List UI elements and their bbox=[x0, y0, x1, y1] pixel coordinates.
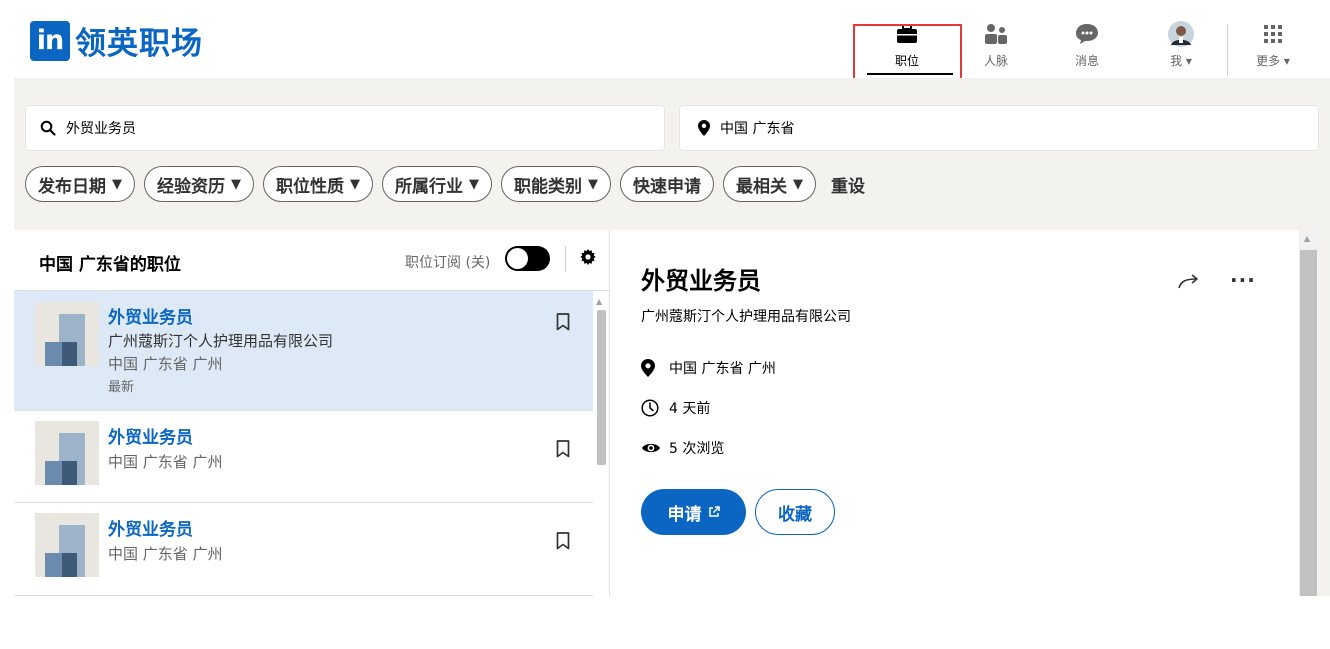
job-alert-label: 职位订阅 (关) bbox=[405, 255, 491, 271]
bookmark-icon[interactable] bbox=[556, 532, 570, 554]
bookmark-icon[interactable] bbox=[556, 313, 570, 335]
caret-down-icon: ▼ bbox=[588, 176, 598, 192]
filter-label: 职能类别 bbox=[514, 176, 582, 197]
scroll-up-arrow-icon[interactable]: ▲ bbox=[1304, 234, 1310, 243]
caret-down-icon: ▼ bbox=[793, 176, 803, 192]
filter-industry[interactable]: 所属行业 ▼ bbox=[382, 166, 492, 202]
caret-down-icon: ▼ bbox=[469, 176, 479, 192]
filter-experience[interactable]: 经验资历 ▼ bbox=[144, 166, 254, 202]
apply-label: 申请 bbox=[667, 504, 702, 525]
job-alert-toggle[interactable] bbox=[505, 246, 550, 271]
people-icon bbox=[956, 20, 1036, 48]
job-location: 中国 广东省 广州 bbox=[108, 453, 223, 471]
save-job-button[interactable]: 收藏 bbox=[755, 489, 835, 535]
filter-job-type[interactable]: 职位性质 ▼ bbox=[263, 166, 373, 202]
job-title[interactable]: 外贸业务员 bbox=[108, 515, 193, 540]
filter-label: 职位性质 bbox=[276, 176, 344, 197]
company-logo bbox=[35, 421, 99, 485]
location-search-field[interactable]: 中国 广东省 bbox=[679, 105, 1319, 151]
brand-name: 领英职场 bbox=[75, 26, 203, 62]
eye-icon bbox=[641, 441, 663, 455]
linkedin-logo-mark: in bbox=[30, 20, 70, 61]
company-logo bbox=[35, 513, 99, 577]
caret-down-icon: ▼ bbox=[231, 176, 241, 192]
filter-label: 发布日期 bbox=[38, 176, 106, 197]
apply-button[interactable]: 申请 bbox=[641, 489, 746, 535]
filter-easy-apply[interactable]: 快速申请 bbox=[620, 166, 714, 202]
detail-location-row: 中国 广东省 广州 bbox=[641, 358, 776, 378]
job-location: 中国 广东省 广州 bbox=[108, 355, 223, 373]
job-list-panel: 中国 广东省的职位 职位订阅 (关) 外贸业务员 广州蔻斯汀个人护理用品有限公司… bbox=[14, 230, 609, 596]
divider bbox=[565, 246, 566, 272]
company-logo bbox=[35, 302, 99, 366]
job-card[interactable]: 外贸业务员 广州蔻斯汀个人护理用品有限公司 中国 广东省 广州 最新 bbox=[14, 291, 593, 411]
job-list-title: 中国 广东省的职位 bbox=[39, 255, 181, 275]
caret-down-icon: ▼ bbox=[350, 176, 360, 192]
detail-company[interactable]: 广州蔻斯汀个人护理用品有限公司 bbox=[641, 306, 851, 326]
detail-views-row: 5 次浏览 bbox=[641, 438, 724, 458]
top-nav-bar: in 领英职场 职位 人脉 消息 我 ▾ 更多 ▾ bbox=[0, 0, 1330, 88]
filter-bar: 发布日期 ▼ 经验资历 ▼ 职位性质 ▼ 所属行业 ▼ 职能类别 ▼ 快速申请 最相关 ▼ … bbox=[25, 166, 865, 202]
external-link-icon bbox=[708, 506, 720, 518]
detail-location: 中国 广东省 广州 bbox=[669, 361, 776, 377]
list-scrollbar-thumb[interactable] bbox=[597, 310, 606, 465]
bookmark-icon[interactable] bbox=[556, 440, 570, 462]
detail-scrollbar-thumb[interactable] bbox=[1300, 250, 1317, 596]
share-icon[interactable] bbox=[1178, 273, 1200, 293]
detail-job-title: 外贸业务员 bbox=[641, 267, 761, 295]
job-location: 中国 广东省 广州 bbox=[108, 545, 223, 563]
job-detail-panel: 外贸业务员 广州蔻斯汀个人护理用品有限公司 ··· 中国 广东省 广州 4 天前… bbox=[609, 230, 1318, 596]
reset-filters-button[interactable]: 重设 bbox=[831, 172, 865, 197]
keyword-value: 外贸业务员 bbox=[66, 121, 136, 137]
filter-label: 快速申请 bbox=[633, 176, 701, 197]
detail-views: 5 次浏览 bbox=[669, 441, 725, 457]
filter-job-function[interactable]: 职能类别 ▼ bbox=[501, 166, 611, 202]
nav-more[interactable]: 更多 ▾ bbox=[1233, 20, 1313, 69]
location-pin-icon bbox=[641, 359, 663, 377]
job-new-badge: 最新 bbox=[108, 380, 135, 395]
job-title[interactable]: 外贸业务员 bbox=[108, 303, 193, 328]
nav-messages[interactable]: 消息 bbox=[1047, 20, 1127, 69]
filter-sort-relevance[interactable]: 最相关 ▼ bbox=[723, 166, 816, 202]
nav-more-label: 更多 ▾ bbox=[1256, 54, 1290, 68]
toggle-knob bbox=[507, 248, 528, 269]
scroll-up-arrow-icon[interactable]: ▲ bbox=[596, 297, 602, 306]
detail-posted-row: 4 天前 bbox=[641, 398, 710, 418]
detail-posted: 4 天前 bbox=[669, 401, 711, 417]
filter-date-posted[interactable]: 发布日期 ▼ bbox=[25, 166, 135, 202]
job-title[interactable]: 外贸业务员 bbox=[108, 423, 193, 448]
filter-label: 最相关 bbox=[736, 176, 787, 197]
job-list-header: 中国 广东省的职位 职位订阅 (关) bbox=[14, 230, 609, 291]
filter-label: 所属行业 bbox=[395, 176, 463, 197]
job-card[interactable]: 外贸业务员 中国 广东省 广州 bbox=[14, 503, 593, 596]
nav-divider bbox=[1227, 24, 1228, 76]
caret-down-icon: ▼ bbox=[112, 176, 122, 192]
nav-me[interactable]: 我 ▾ bbox=[1141, 20, 1221, 69]
location-value: 中国 广东省 bbox=[720, 121, 795, 137]
message-icon bbox=[1047, 20, 1127, 48]
more-options-icon[interactable]: ··· bbox=[1230, 268, 1256, 292]
clock-icon bbox=[641, 399, 663, 417]
linkedin-logo[interactable]: in 领英职场 bbox=[30, 18, 203, 63]
nav-network[interactable]: 人脉 bbox=[956, 20, 1036, 69]
job-card[interactable]: 外贸业务员 中国 广东省 广州 bbox=[14, 411, 593, 503]
keyword-search-field[interactable]: 外贸业务员 bbox=[25, 105, 665, 151]
nav-network-label: 人脉 bbox=[983, 54, 1008, 68]
filter-label: 经验资历 bbox=[157, 176, 225, 197]
nav-me-label: 我 ▾ bbox=[1170, 54, 1192, 68]
avatar bbox=[1141, 20, 1221, 48]
gear-icon[interactable] bbox=[580, 249, 596, 269]
grid-icon bbox=[1233, 20, 1313, 48]
location-pin-icon bbox=[698, 120, 710, 136]
search-icon bbox=[40, 120, 56, 136]
nav-messages-label: 消息 bbox=[1074, 54, 1099, 68]
job-company: 广州蔻斯汀个人护理用品有限公司 bbox=[108, 332, 334, 350]
